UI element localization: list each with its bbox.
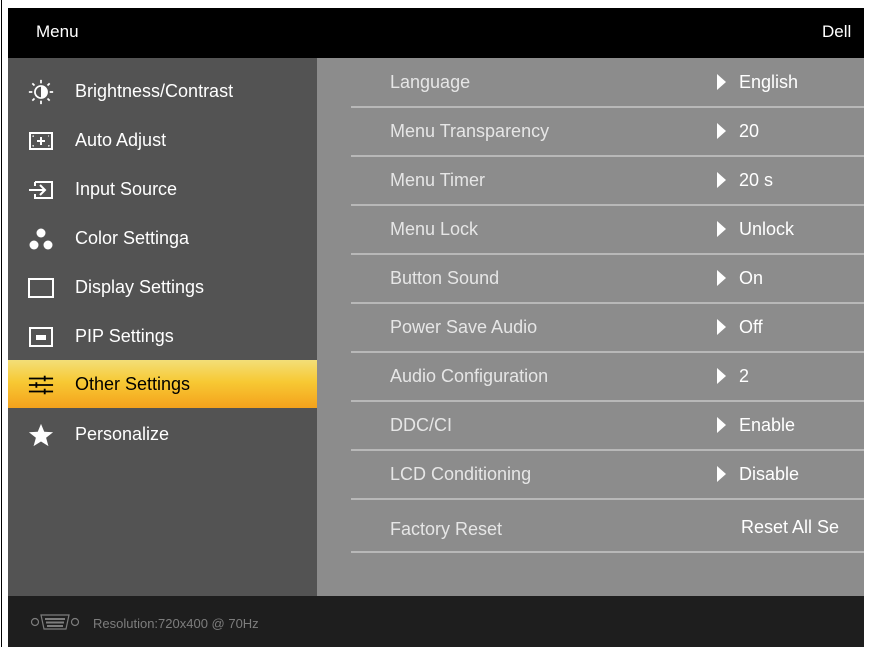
- input-source-icon: [28, 177, 54, 203]
- osd-header: Menu Dell: [8, 8, 864, 58]
- setting-row-menu-timer[interactable]: Menu Timer 20 s: [351, 156, 864, 206]
- setting-row-audio-configuration[interactable]: Audio Configuration 2: [351, 352, 864, 402]
- setting-name: DDC/CI: [390, 415, 452, 435]
- setting-name: Menu Lock: [390, 219, 479, 239]
- setting-name: LCD Conditioning: [390, 464, 532, 484]
- arrow-right-icon: [717, 417, 726, 433]
- display-settings-icon: [28, 275, 54, 301]
- sliders-icon: [28, 372, 54, 398]
- setting-value: Enable: [739, 415, 796, 435]
- setting-value: Reset All Se: [741, 517, 840, 537]
- setting-name: Language: [390, 72, 471, 92]
- color-settings-icon: [28, 226, 54, 252]
- settings-panel: Language English Menu Transparency 20 Me…: [317, 58, 864, 596]
- arrow-right-icon: [717, 172, 726, 188]
- setting-row-factory-reset[interactable]: Factory Reset Reset All Se: [351, 499, 864, 553]
- pip-icon: [28, 324, 54, 350]
- setting-row-menu-lock[interactable]: Menu Lock Unlock: [351, 205, 864, 255]
- setting-value: Off: [739, 317, 763, 337]
- menu-item-label: Auto Adjust: [75, 130, 167, 150]
- setting-value: 20 s: [739, 170, 774, 190]
- resolution-info: Resolution:720x400 @ 70Hz: [93, 616, 259, 631]
- arrow-right-icon: [717, 270, 726, 286]
- setting-name: Menu Transparency: [390, 121, 550, 141]
- arrow-right-icon: [717, 123, 726, 139]
- menu-item-label: Color Settinga: [75, 228, 190, 248]
- arrow-right-icon: [717, 319, 726, 335]
- menu-item-input-source[interactable]: Input Source: [8, 167, 317, 212]
- arrow-right-icon: [717, 466, 726, 482]
- menu-title: Menu: [36, 22, 79, 41]
- menu-item-label: PIP Settings: [75, 326, 174, 346]
- setting-row-language[interactable]: Language English: [351, 58, 864, 108]
- menu-item-brightness-contrast[interactable]: Brightness/Contrast: [8, 69, 317, 114]
- menu-item-label: Display Settings: [75, 277, 205, 297]
- brightness-icon: [28, 79, 54, 105]
- frame-border: [1, 0, 2, 647]
- setting-value: Disable: [739, 464, 800, 484]
- setting-row-lcd-conditioning[interactable]: LCD Conditioning Disable: [351, 450, 864, 500]
- arrow-right-icon: [717, 368, 726, 384]
- setting-row-menu-transparency[interactable]: Menu Transparency 20: [351, 107, 864, 157]
- arrow-right-icon: [717, 221, 726, 237]
- vga-connector-icon: [30, 612, 80, 637]
- setting-value: Unlock: [739, 219, 795, 239]
- setting-value: 20: [739, 121, 760, 141]
- menu-item-display-settings[interactable]: Display Settings: [8, 265, 317, 310]
- setting-name: Power Save Audio: [390, 317, 538, 337]
- setting-name: Factory Reset: [390, 519, 503, 539]
- menu-item-auto-adjust[interactable]: Auto Adjust: [8, 118, 317, 163]
- osd-menu: Menu Dell Brightness/Contrast Auto Adjus…: [8, 8, 864, 647]
- menu-item-color-settings[interactable]: Color Settinga: [8, 216, 317, 261]
- brand-name: Dell: [822, 22, 852, 41]
- menu-item-label: Other Settings: [75, 374, 191, 394]
- menu-item-label: Brightness/Contrast: [75, 81, 234, 101]
- arrow-right-icon: [717, 74, 726, 90]
- menu-item-label: Input Source: [75, 179, 178, 199]
- status-bar: Resolution:720x400 @ 70Hz: [8, 596, 864, 647]
- setting-value: English: [739, 72, 799, 92]
- main-menu: Brightness/Contrast Auto Adjust Input So…: [8, 58, 317, 596]
- setting-name: Button Sound: [390, 268, 500, 288]
- setting-value: 2: [739, 366, 750, 386]
- menu-item-other-settings[interactable]: Other Settings: [8, 360, 317, 408]
- setting-name: Menu Timer: [390, 170, 486, 190]
- setting-row-ddc-ci[interactable]: DDC/CI Enable: [351, 401, 864, 451]
- menu-item-label: Personalize: [75, 424, 170, 444]
- setting-name: Audio Configuration: [390, 366, 549, 386]
- setting-row-button-sound[interactable]: Button Sound On: [351, 254, 864, 304]
- setting-value: On: [739, 268, 764, 288]
- menu-item-pip-settings[interactable]: PIP Settings: [8, 314, 317, 359]
- auto-adjust-icon: [28, 128, 54, 154]
- menu-item-personalize[interactable]: Personalize: [8, 412, 317, 457]
- star-icon: [28, 422, 54, 448]
- setting-row-power-save-audio[interactable]: Power Save Audio Off: [351, 303, 864, 353]
